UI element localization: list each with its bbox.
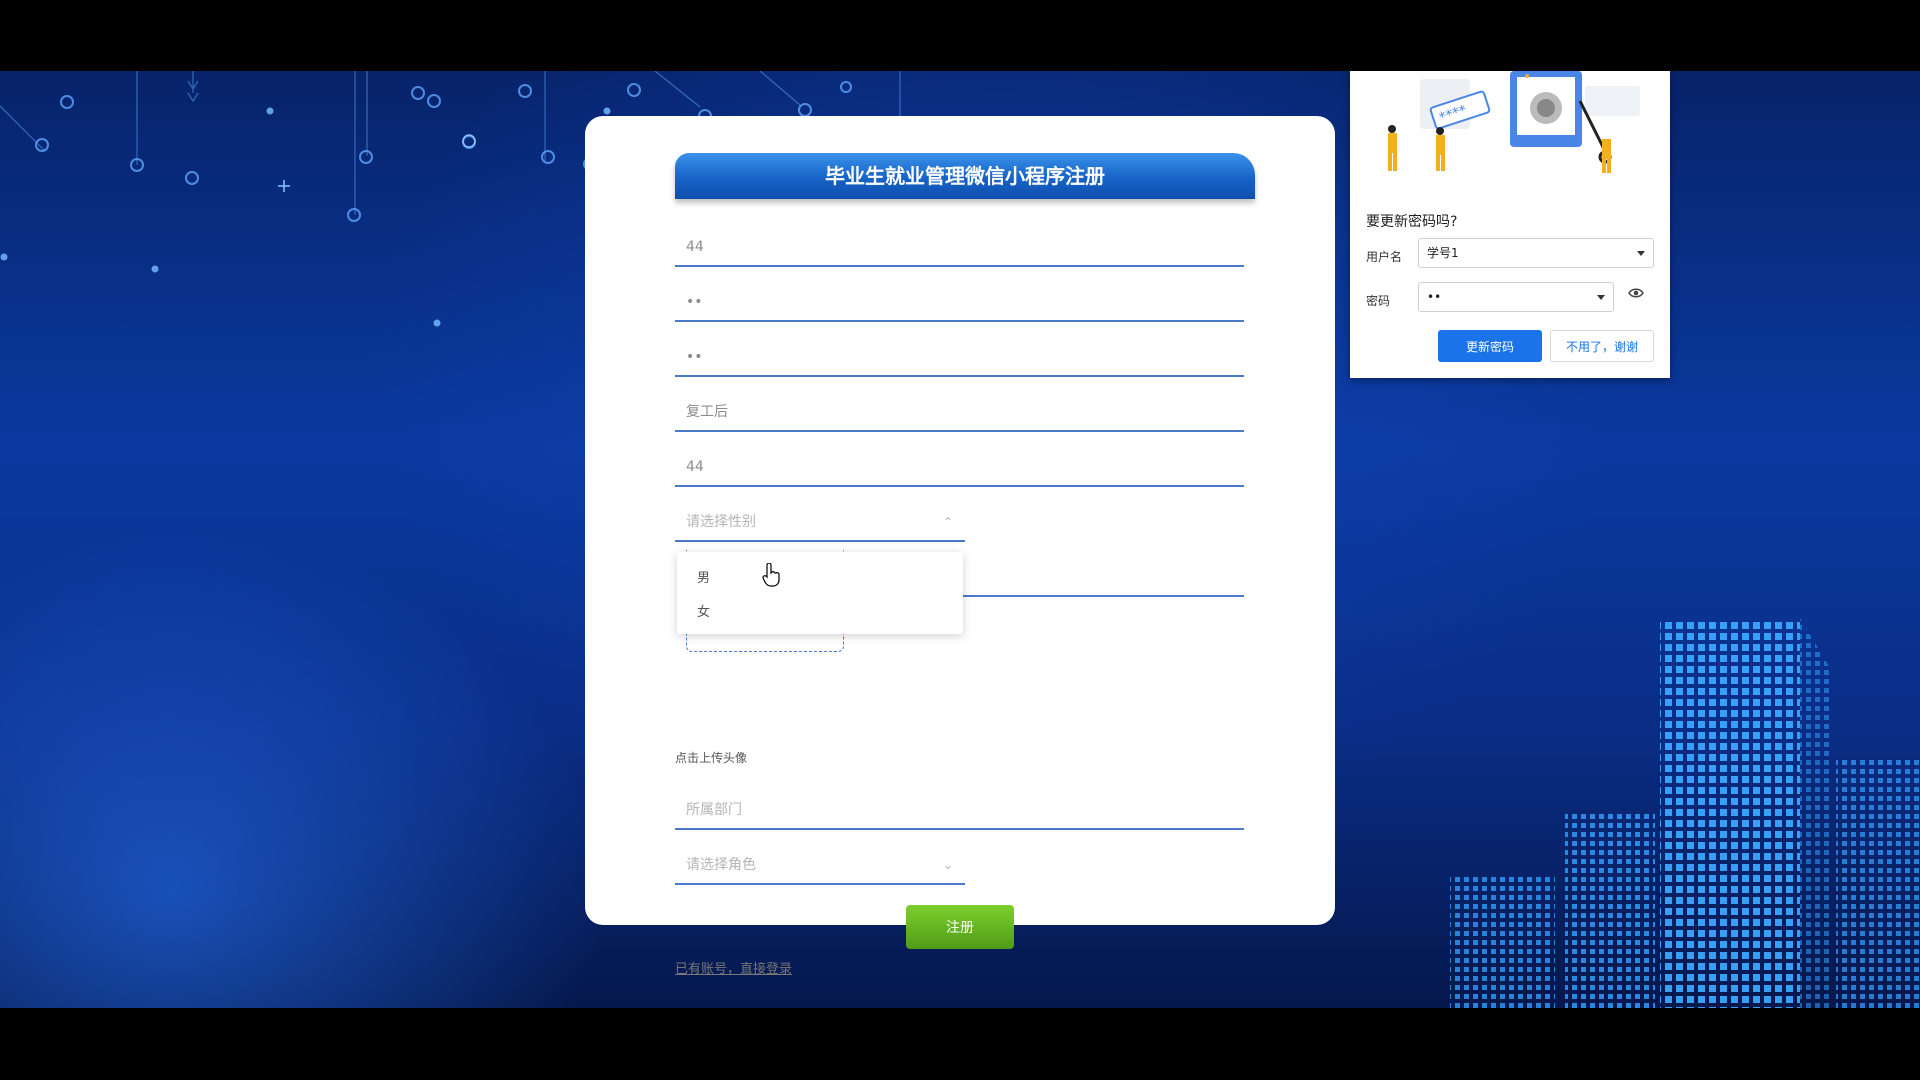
gender-select[interactable]: 请选择性别 ⌃ xyxy=(675,502,965,542)
no-thanks-button[interactable]: 不用了，谢谢 xyxy=(1550,330,1654,362)
account-field[interactable]: 44 xyxy=(675,227,1244,267)
password-prompt-title: 要更新密码吗? xyxy=(1366,214,1458,230)
gender-option-female[interactable]: 女 xyxy=(697,601,710,620)
name-value: 复工后 xyxy=(686,404,728,420)
eye-icon[interactable] xyxy=(1628,287,1644,299)
password-illustration: **** xyxy=(1388,71,1640,173)
account-value: 44 xyxy=(686,239,704,255)
hand-cursor-icon xyxy=(762,563,780,587)
password-label: 密码 xyxy=(1366,294,1391,308)
screen: 毕业生就业管理微信小程序注册 44 •• •• 复工后 44 请选择性别 ⌃ 男… xyxy=(0,0,1920,1080)
role-select[interactable]: 请选择角色 ⌄ xyxy=(675,845,965,885)
department-placeholder: 所属部门 xyxy=(686,802,742,818)
phone-field[interactable]: 44 xyxy=(675,447,1244,487)
update-password-button[interactable]: 更新密码 xyxy=(1438,330,1542,362)
city-skyline-decoration xyxy=(1450,618,1920,1008)
confirm-password-value: •• xyxy=(686,349,703,365)
chevron-down-icon: ⌄ xyxy=(942,858,953,872)
username-label: 用户名 xyxy=(1366,250,1403,264)
username-value: 学号1 xyxy=(1427,246,1459,260)
phone-value: 44 xyxy=(686,459,704,475)
role-placeholder: 请选择角色 xyxy=(686,857,756,873)
department-field[interactable]: 所属部门 xyxy=(675,790,1244,830)
password-field[interactable]: •• xyxy=(675,282,1244,322)
registration-title-banner: 毕业生就业管理微信小程序注册 xyxy=(675,153,1255,199)
upload-hint-text: 点击上传头像 xyxy=(675,751,748,765)
password-value: •• xyxy=(686,294,703,310)
update-password-popup: **** 要更新密码吗? 用户名 学号1 密码 •• 更新密码 不用了，谢谢 xyxy=(1350,71,1670,378)
name-field[interactable]: 复工后 xyxy=(675,392,1244,432)
caret-down-icon xyxy=(1597,295,1605,300)
confirm-password-field[interactable]: •• xyxy=(675,337,1244,377)
register-button[interactable]: 注册 xyxy=(906,905,1014,949)
gender-placeholder: 请选择性别 xyxy=(686,514,756,530)
caret-down-icon xyxy=(1637,251,1645,256)
password-masked-value: •• xyxy=(1427,290,1442,304)
hidden-field-behind-dropdown[interactable] xyxy=(963,557,1244,597)
gender-option-male[interactable]: 男 xyxy=(697,567,710,586)
gender-dropdown-menu: 男 女 xyxy=(677,552,963,634)
password-select[interactable]: •• xyxy=(1418,282,1614,312)
username-select[interactable]: 学号1 xyxy=(1418,238,1654,268)
login-link[interactable]: 已有账号，直接登录 xyxy=(675,958,792,977)
chevron-up-icon: ⌃ xyxy=(942,515,953,529)
